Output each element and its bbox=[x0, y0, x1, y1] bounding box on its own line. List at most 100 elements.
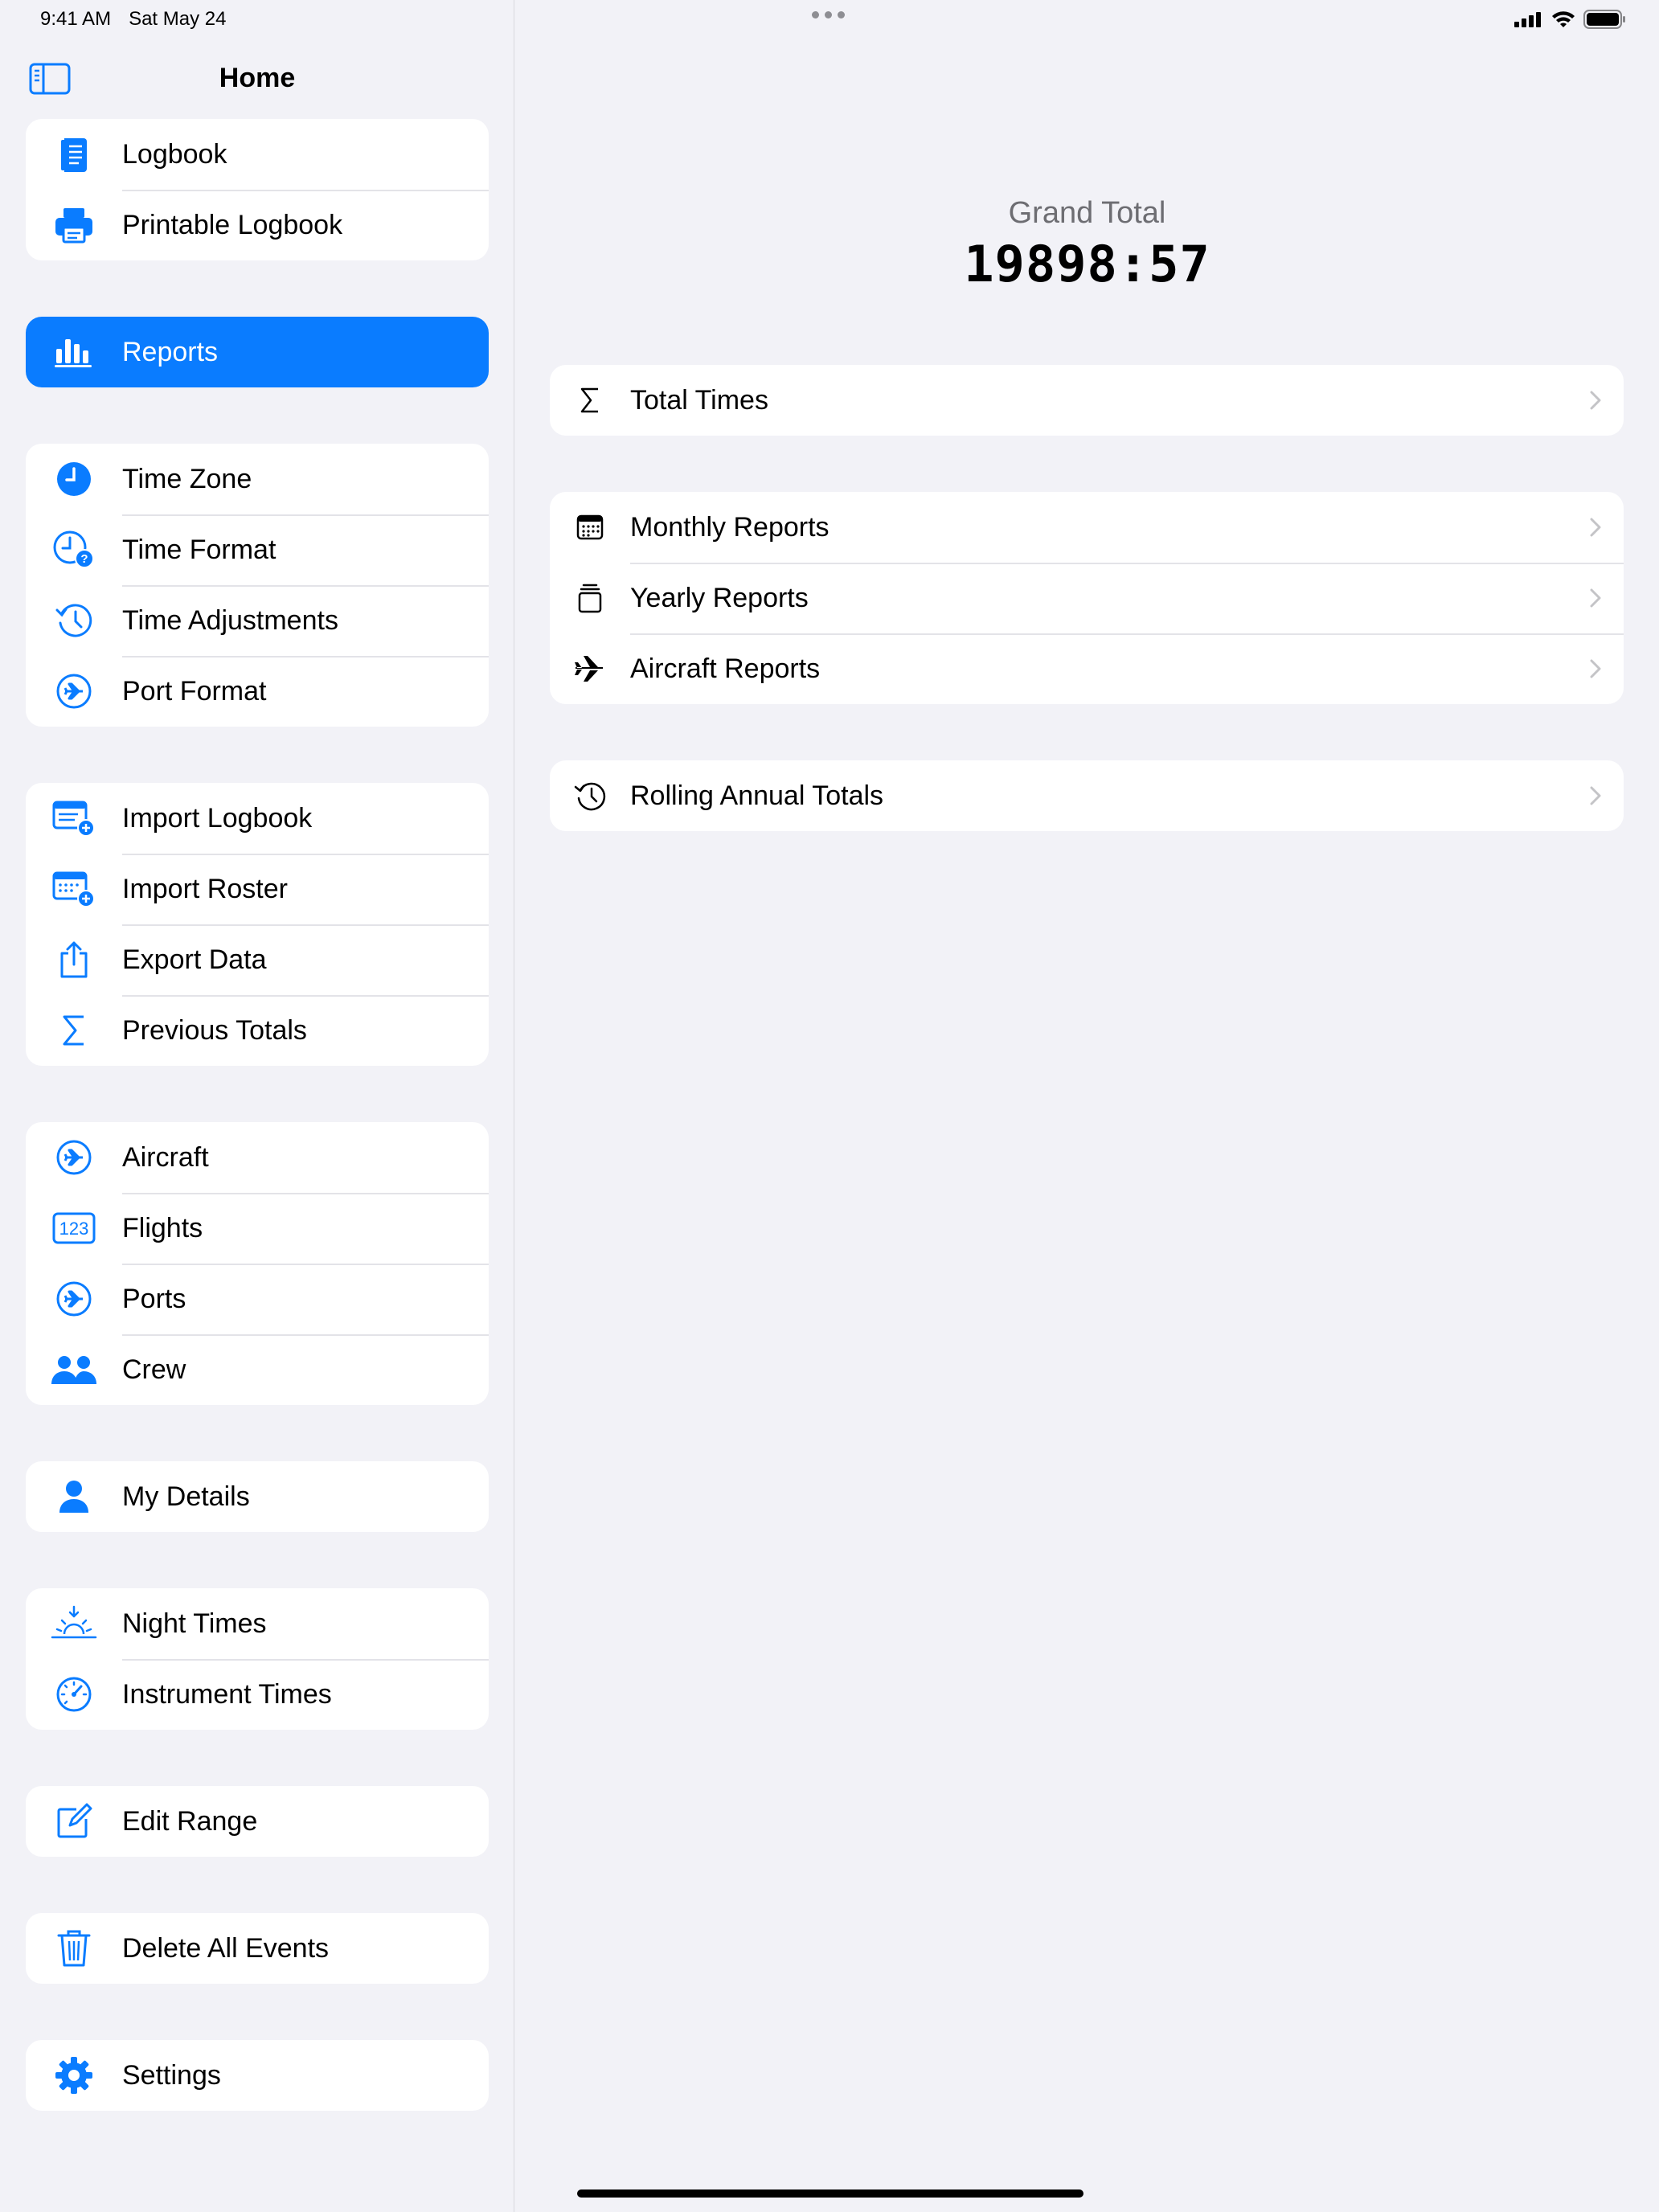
history-icon bbox=[550, 780, 630, 811]
person-icon bbox=[26, 1480, 122, 1514]
sidebar-item-printable-logbook[interactable]: Printable Logbook bbox=[26, 190, 489, 260]
status-indicators bbox=[1514, 10, 1627, 29]
chevron-right-icon bbox=[1567, 786, 1624, 805]
chevron-right-icon bbox=[1567, 659, 1624, 678]
sidebar-item-label: Edit Range bbox=[122, 1805, 258, 1837]
sidebar: 9:41 AM Sat May 24 Home Logbook Printabl… bbox=[0, 0, 514, 2212]
airplane-circle-icon bbox=[26, 1139, 122, 1176]
sidebar-group-data: Import Logbook Import Roster Export Data… bbox=[26, 783, 489, 1066]
share-icon bbox=[26, 940, 122, 979]
sidebar-group-entities: Aircraft 123 Flights Ports Crew bbox=[26, 1122, 489, 1405]
battery-icon bbox=[1583, 10, 1627, 29]
clock-question-icon: ? bbox=[26, 530, 122, 570]
printer-icon bbox=[26, 207, 122, 244]
status-time: 9:41 AM bbox=[40, 8, 112, 30]
home-indicator[interactable] bbox=[577, 2189, 1083, 2198]
sidebar-item-export-data[interactable]: Export Data bbox=[26, 924, 489, 995]
report-row-rolling-annual-totals[interactable]: Rolling Annual Totals bbox=[550, 760, 1624, 831]
sidebar-group-settings: Settings bbox=[26, 2040, 489, 2111]
sidebar-title: Home bbox=[219, 63, 296, 93]
calendar-plus-icon bbox=[26, 870, 122, 908]
sidebar-group-conditions: Night Times Instrument Times bbox=[26, 1588, 489, 1730]
report-row-monthly-reports[interactable]: Monthly Reports bbox=[550, 492, 1624, 563]
sidebar-item-logbook[interactable]: Logbook bbox=[26, 119, 489, 190]
sidebar-item-crew[interactable]: Crew bbox=[26, 1334, 489, 1405]
sidebar-item-label: Previous Totals bbox=[122, 1014, 307, 1046]
sidebar-item-time-zone[interactable]: Time Zone bbox=[26, 444, 489, 514]
sidebar-item-night-times[interactable]: Night Times bbox=[26, 1588, 489, 1659]
status-date: Sat May 24 bbox=[129, 8, 227, 30]
sigma-icon bbox=[26, 1014, 122, 1047]
sidebar-item-delete-all-events[interactable]: Delete All Events bbox=[26, 1913, 489, 1984]
sidebar-item-label: Time Zone bbox=[122, 463, 252, 494]
clock-fill-icon bbox=[26, 461, 122, 498]
chevron-right-icon bbox=[1567, 518, 1624, 537]
airplane-icon bbox=[550, 655, 630, 682]
sidebar-item-edit-range[interactable]: Edit Range bbox=[26, 1786, 489, 1857]
sidebar-group-time: Time Zone ? Time Format Time Adjustments… bbox=[26, 444, 489, 727]
sidebar-group-edit: Edit Range bbox=[26, 1786, 489, 1857]
report-row-yearly-reports[interactable]: Yearly Reports bbox=[550, 563, 1624, 633]
clock-arrow-icon bbox=[26, 602, 122, 639]
chart-bar-icon bbox=[26, 336, 122, 368]
sidebar-item-label: Time Adjustments bbox=[122, 604, 338, 636]
report-row-total-times[interactable]: Total Times bbox=[550, 365, 1624, 436]
book-icon bbox=[26, 135, 122, 174]
sidebar-item-label: Printable Logbook bbox=[122, 209, 343, 240]
report-row-label: Aircraft Reports bbox=[630, 653, 821, 684]
sidebar-item-settings[interactable]: Settings bbox=[26, 2040, 489, 2111]
sidebar-item-label: Settings bbox=[122, 2059, 221, 2091]
gauge-icon bbox=[26, 1676, 122, 1713]
svg-text:123: 123 bbox=[59, 1219, 89, 1239]
report-row-aircraft-reports[interactable]: Aircraft Reports bbox=[550, 633, 1624, 704]
sidebar-item-import-logbook[interactable]: Import Logbook bbox=[26, 783, 489, 854]
cellular-icon bbox=[1514, 11, 1543, 27]
chevron-right-icon bbox=[1567, 391, 1624, 410]
airplane-circle-icon bbox=[26, 1280, 122, 1317]
airplane-circle-icon bbox=[26, 673, 122, 710]
multitasking-handle[interactable] bbox=[812, 11, 845, 18]
sidebar-item-previous-totals[interactable]: Previous Totals bbox=[26, 995, 489, 1066]
sidebar-item-label: Import Roster bbox=[122, 873, 288, 904]
chevron-right-icon bbox=[1567, 588, 1624, 608]
sidebar-item-my-details[interactable]: My Details bbox=[26, 1461, 489, 1532]
report-row-label: Yearly Reports bbox=[630, 582, 809, 613]
sidebar-item-time-adjustments[interactable]: Time Adjustments bbox=[26, 585, 489, 656]
report-group-rolling: Rolling Annual Totals bbox=[550, 760, 1624, 831]
sidebar-item-label: Logbook bbox=[122, 138, 227, 170]
report-group-periodic: Monthly Reports Yearly Reports Aircraft … bbox=[550, 492, 1624, 704]
sigma-icon bbox=[550, 387, 630, 414]
sidebar-item-label: Delete All Events bbox=[122, 1932, 330, 1964]
sidebar-item-label: Flights bbox=[122, 1212, 203, 1243]
sidebar-item-label: My Details bbox=[122, 1481, 250, 1512]
sidebar-item-label: Port Format bbox=[122, 675, 267, 707]
sidebar-item-import-roster[interactable]: Import Roster bbox=[26, 854, 489, 924]
sidebar-item-label: Export Data bbox=[122, 944, 267, 975]
report-group-totals: Total Times bbox=[550, 365, 1624, 436]
stack-icon bbox=[550, 583, 630, 613]
sidebar-item-label: Import Logbook bbox=[122, 802, 313, 834]
sidebar-item-reports[interactable]: Reports bbox=[26, 317, 489, 387]
sidebar-group-profile: My Details bbox=[26, 1461, 489, 1532]
sidebar-item-port-format[interactable]: Port Format bbox=[26, 656, 489, 727]
sidebar-item-label: Aircraft bbox=[122, 1141, 209, 1173]
sidebar-group-reports: Reports bbox=[26, 317, 489, 387]
detail-pane: Grand Total 19898:57 Total Times Monthly… bbox=[515, 0, 1659, 2212]
report-row-label: Rolling Annual Totals bbox=[630, 780, 884, 811]
sidebar-item-ports[interactable]: Ports bbox=[26, 1264, 489, 1334]
list-plus-icon bbox=[26, 799, 122, 838]
gear-icon bbox=[26, 2056, 122, 2095]
sidebar-item-label: Night Times bbox=[122, 1608, 267, 1639]
grand-total-value: 19898:57 bbox=[964, 235, 1210, 293]
sunset-icon bbox=[26, 1605, 122, 1642]
sidebar-item-flights[interactable]: 123 Flights bbox=[26, 1193, 489, 1264]
sidebar-item-label: Crew bbox=[122, 1354, 186, 1385]
sidebar-item-time-format[interactable]: ? Time Format bbox=[26, 514, 489, 585]
number-123-icon: 123 bbox=[26, 1212, 122, 1244]
wifi-icon bbox=[1551, 10, 1575, 28]
sidebar-item-aircraft[interactable]: Aircraft bbox=[26, 1122, 489, 1193]
sidebar-item-instrument-times[interactable]: Instrument Times bbox=[26, 1659, 489, 1730]
sidebar-group-delete: Delete All Events bbox=[26, 1913, 489, 1984]
sidebar-item-label: Instrument Times bbox=[122, 1678, 332, 1710]
report-row-label: Total Times bbox=[630, 384, 768, 416]
